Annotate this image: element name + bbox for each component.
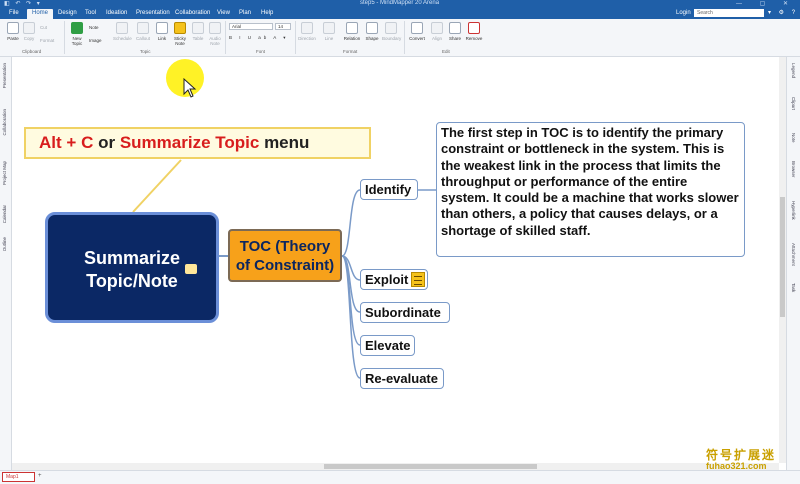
callout-key-c: C	[81, 133, 94, 152]
subtopic-identify[interactable]: Identify	[360, 179, 418, 200]
add-document-button[interactable]: +	[38, 473, 42, 479]
topic-note-box[interactable]: The first step in TOC is to identify the…	[436, 122, 745, 257]
central-topic[interactable]: Summarize Topic/Note	[45, 212, 219, 323]
watermark-url: fuhao321.com	[706, 461, 767, 471]
callout-connector	[132, 159, 182, 213]
sidebar-tab-clipart[interactable]: Clipart	[791, 97, 796, 110]
connector-identify	[341, 189, 361, 257]
horizontal-scrollbar[interactable]	[12, 463, 779, 470]
subtopic-subordinate[interactable]: Subordinate	[360, 302, 450, 323]
callout-key-alt: Alt	[39, 133, 62, 152]
subtopic-elevate[interactable]: Elevate	[360, 335, 415, 356]
connector-reevaluate	[341, 255, 361, 379]
note-icon[interactable]	[411, 272, 425, 287]
status-bar: Map1 +	[0, 470, 800, 484]
sidebar-tab-attachment[interactable]: Attachment	[791, 243, 796, 266]
main-topic-toc[interactable]: TOC (Theory of Constraint)	[228, 229, 342, 282]
cursor-highlight	[166, 59, 204, 98]
mouse-pointer-icon	[183, 78, 197, 98]
document-tab[interactable]: Map1	[2, 472, 35, 482]
sidebar-tab-task[interactable]: Task	[791, 283, 796, 292]
callout-menu-word: menu	[264, 133, 310, 152]
sidebar-tab-browser[interactable]: Browser	[791, 161, 796, 178]
vertical-scroll-thumb[interactable]	[780, 197, 785, 317]
sidebar-tab-note[interactable]: Note	[791, 133, 796, 143]
callout-summarize-hint[interactable]: Alt + C or Summarize Topic menu	[24, 127, 371, 159]
vertical-scrollbar[interactable]	[779, 57, 786, 463]
sidebar-tab-legend[interactable]: Legend	[791, 63, 796, 78]
right-sidebar: Legend Clipart Note Browser Hyperlink At…	[786, 57, 800, 470]
horizontal-scroll-thumb[interactable]	[324, 464, 537, 469]
sidebar-tab-hyperlink[interactable]: Hyperlink	[791, 201, 796, 220]
callout-or: or	[98, 133, 116, 152]
main-topic-line2: of Constraint)	[235, 257, 335, 274]
note-icon[interactable]	[185, 264, 197, 274]
callout-menu-name: Summarize Topic	[119, 133, 260, 152]
callout-plus: +	[66, 133, 77, 152]
subtopic-reevaluate[interactable]: Re-evaluate	[360, 368, 444, 389]
main-topic-line1: TOC (Theory	[239, 238, 331, 255]
